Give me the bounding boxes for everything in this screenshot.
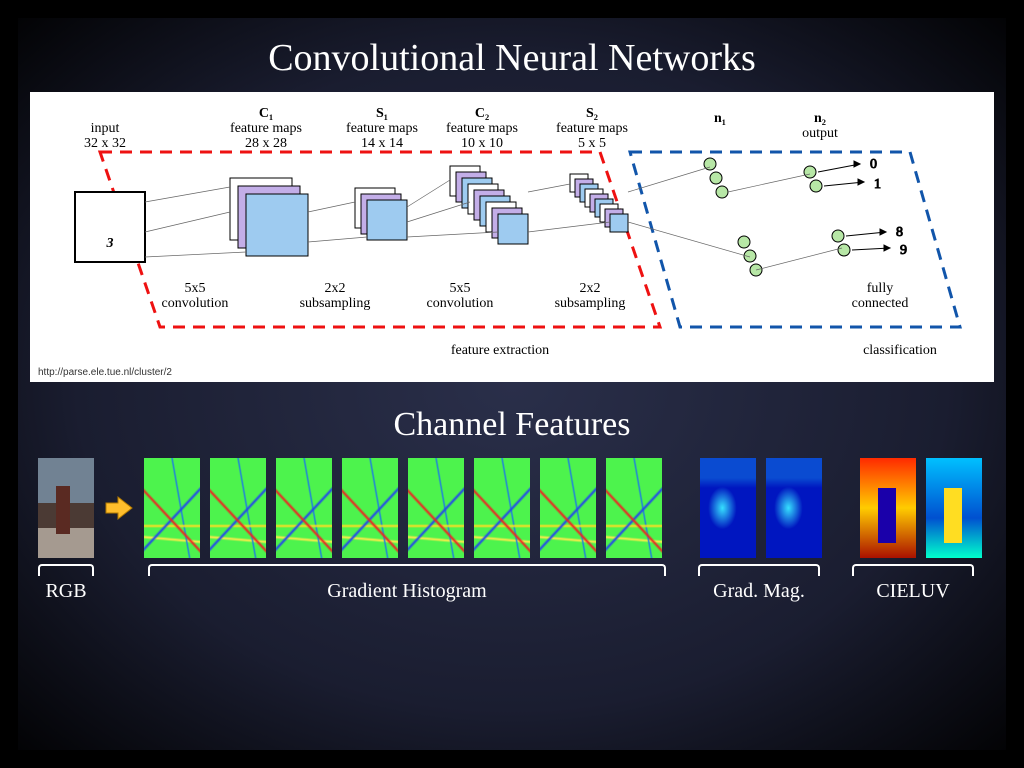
label-rgb: RGB bbox=[38, 580, 94, 603]
brace-icon bbox=[698, 564, 820, 576]
gradient-histogram-thumbnail bbox=[540, 458, 596, 558]
stage-class: classification bbox=[863, 343, 937, 358]
channel-labels-row: RGB Gradient Histogram Grad. Mag. CIELUV bbox=[18, 558, 1006, 603]
op-fc-a: fully bbox=[867, 281, 893, 296]
svg-text:10 x 10: 10 x 10 bbox=[461, 136, 503, 151]
gradient-histogram-thumbnail bbox=[276, 458, 332, 558]
svg-text:S₂: S₂ bbox=[586, 106, 598, 121]
layer-n2: n₂ output bbox=[802, 111, 850, 256]
stage-feature: feature extraction bbox=[451, 343, 549, 358]
op-conv1-a: 5x5 bbox=[185, 281, 206, 296]
layer-n1: n₁ bbox=[704, 111, 762, 276]
op-sub1-b: subsampling bbox=[300, 296, 371, 311]
input-image bbox=[75, 192, 145, 262]
svg-text:feature maps: feature maps bbox=[556, 121, 628, 136]
classification-region bbox=[630, 152, 960, 327]
brace-icon bbox=[38, 564, 94, 576]
gradient-histogram-thumbnail bbox=[474, 458, 530, 558]
gradient-histogram-thumbnail bbox=[210, 458, 266, 558]
svg-text:n₂: n₂ bbox=[814, 111, 826, 126]
op-fc-b: connected bbox=[852, 296, 909, 311]
section-title-channel: Channel Features bbox=[18, 406, 1006, 444]
svg-text:feature maps: feature maps bbox=[230, 121, 302, 136]
gradient-histogram-thumbnail bbox=[408, 458, 464, 558]
label-grad-mag: Grad. Mag. bbox=[698, 580, 820, 603]
svg-text:n₁: n₁ bbox=[714, 111, 726, 126]
layer-s1: S₁ feature maps 14 x 14 bbox=[346, 106, 418, 240]
svg-text:0: 0 bbox=[870, 157, 877, 172]
svg-text:feature maps: feature maps bbox=[446, 121, 518, 136]
op-sub1-a: 2x2 bbox=[325, 281, 346, 296]
input-size: 32 x 32 bbox=[84, 136, 126, 151]
svg-text:output: output bbox=[802, 126, 838, 141]
gradient-magnitude-thumbnail bbox=[700, 458, 756, 558]
gradient-magnitude-thumbnail bbox=[766, 458, 822, 558]
svg-text:feature maps: feature maps bbox=[346, 121, 418, 136]
op-conv2-a: 5x5 bbox=[450, 281, 471, 296]
svg-text:5 x 5: 5 x 5 bbox=[578, 136, 606, 151]
op-conv2-b: convolution bbox=[427, 296, 494, 311]
svg-text:9: 9 bbox=[900, 243, 907, 258]
cnn-architecture-diagram: 3 input 32 x 32 C₁ feature maps 28 x 28 … bbox=[30, 92, 994, 382]
slide-title: Convolutional Neural Networks bbox=[18, 36, 1006, 80]
layer-s2: S₂ feature maps 5 x 5 bbox=[556, 106, 628, 232]
output-labels: 0 1 8 9 bbox=[818, 157, 907, 258]
svg-text:S₁: S₁ bbox=[376, 106, 388, 121]
label-gradient-histogram: Gradient Histogram bbox=[148, 580, 666, 603]
svg-text:C₁: C₁ bbox=[259, 106, 273, 121]
brace-icon bbox=[148, 564, 666, 576]
cieluv-thumbnail bbox=[860, 458, 916, 558]
svg-text:1: 1 bbox=[874, 177, 881, 192]
svg-text:C₂: C₂ bbox=[475, 106, 489, 121]
arrow-icon bbox=[104, 493, 134, 523]
op-sub2-a: 2x2 bbox=[580, 281, 601, 296]
slide: Convolutional Neural Networks 3 input 32… bbox=[0, 0, 1024, 768]
brace-icon bbox=[852, 564, 974, 576]
input-label: input bbox=[91, 121, 120, 136]
input-digit: 3 bbox=[106, 236, 114, 251]
svg-text:14 x 14: 14 x 14 bbox=[361, 136, 403, 151]
svg-text:8: 8 bbox=[896, 225, 903, 240]
gradient-histogram-thumbnail bbox=[342, 458, 398, 558]
channel-feature-strip bbox=[18, 458, 1006, 558]
gradient-histogram-thumbnail bbox=[606, 458, 662, 558]
svg-text:28 x 28: 28 x 28 bbox=[245, 136, 287, 151]
op-sub2-b: subsampling bbox=[555, 296, 626, 311]
label-cieluv: CIELUV bbox=[852, 580, 974, 603]
gradient-histogram-thumbnail bbox=[144, 458, 200, 558]
cieluv-thumbnail bbox=[926, 458, 982, 558]
rgb-thumbnail bbox=[38, 458, 94, 558]
layer-c1: C₁ feature maps 28 x 28 bbox=[230, 106, 308, 256]
layer-c2: C₂ feature maps 10 x 10 bbox=[446, 106, 528, 244]
image-citation: http://parse.ele.tue.nl/cluster/2 bbox=[38, 367, 172, 378]
op-conv1-b: convolution bbox=[162, 296, 229, 311]
